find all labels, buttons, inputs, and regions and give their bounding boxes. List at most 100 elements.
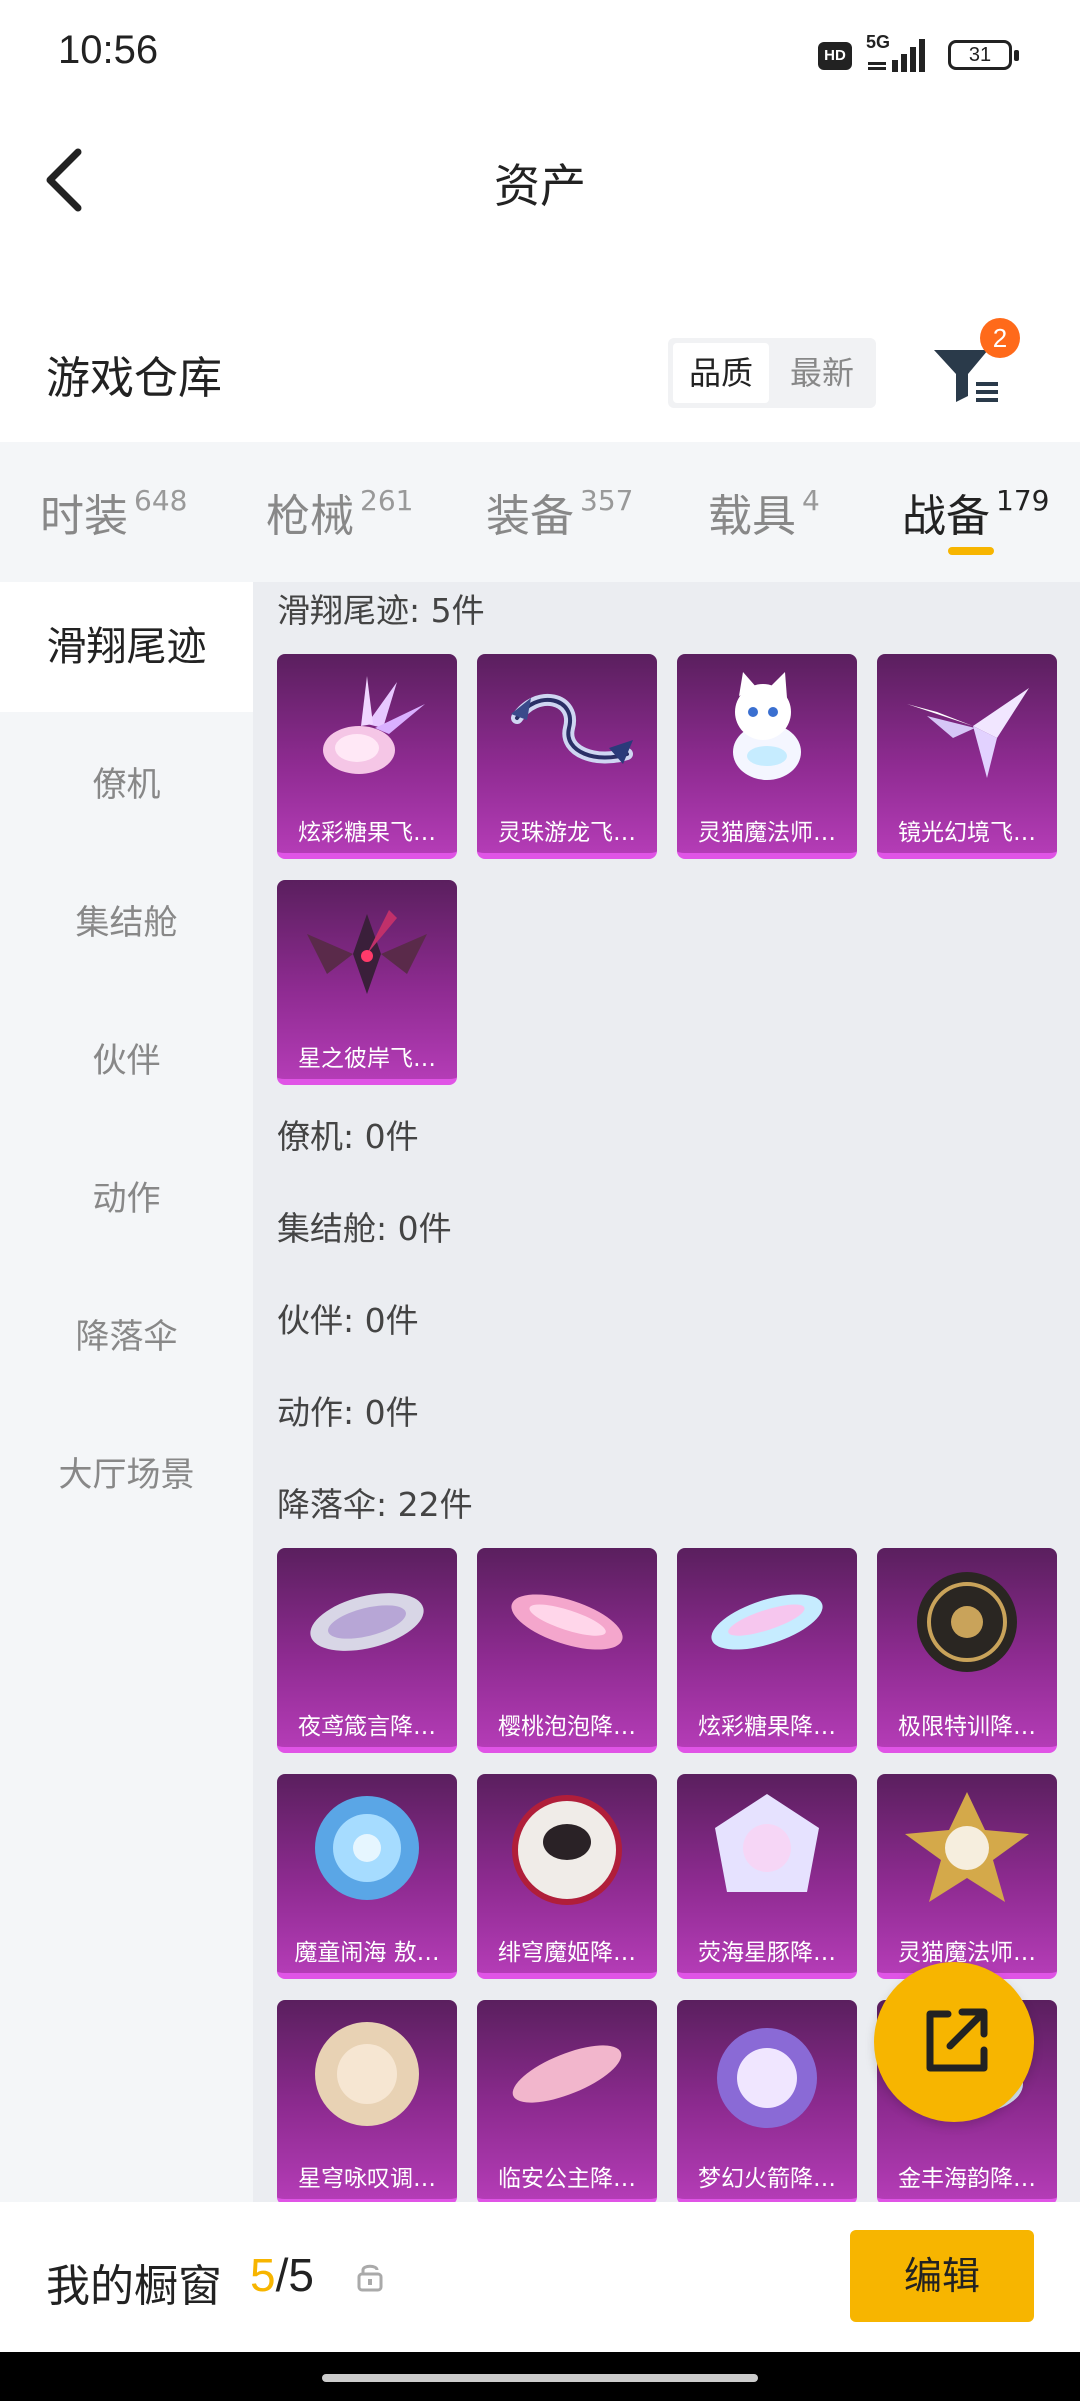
group-label-wingman: 僚机: 0件 [277,1117,419,1156]
item-card[interactable]: 临安公主降… [477,2000,657,2202]
item-card[interactable]: 魔童闹海 敖… [277,1774,457,1979]
item-name: 极限特训降… [898,1714,1036,1740]
system-nav-bar [0,2352,1080,2401]
filter-count-badge: 2 [980,318,1020,358]
magic-cat-art [733,672,801,780]
parachute-art [512,2045,622,2103]
group-label-glide-trail: 滑翔尾迹: 5件 [277,591,485,630]
item-card[interactable]: 灵猫魔法师… [677,654,857,859]
item-card[interactable]: 灵珠游龙飞… [477,654,657,859]
active-tab-indicator [948,547,994,555]
item-card[interactable]: 灵猫魔法师… [877,1774,1057,1979]
item-card[interactable]: 星之彼岸飞… [277,880,457,1085]
item-card[interactable]: 炫彩糖果降… [677,1548,857,1753]
tab-count: 648 [134,484,188,517]
edit-button[interactable]: 编辑 [850,2230,1034,2322]
parachute-art [917,1572,1017,1672]
showcase-bar: 我的橱窗 5/5 编辑 [0,2202,1080,2352]
hd-badge: HD [818,42,852,70]
sidebar-item-glide-trail[interactable]: 滑翔尾迹 [0,582,253,712]
status-bar: 10:56 HD 5G 31 [0,0,1080,110]
parachute-art [512,1795,622,1905]
warehouse-title: 游戏仓库 [46,353,222,404]
sidebar-item-emote[interactable]: 动作 [0,1134,253,1264]
sidebar-item-lobby-scene[interactable]: 大厅场景 [0,1410,253,1540]
item-name: 镜光幻境飞… [898,820,1036,846]
sidebar-item-parachute[interactable]: 降落伞 [0,1272,253,1402]
parachute-art [711,1594,823,1650]
mirror-wing-art [907,688,1029,778]
group-label-partner: 伙伴: 0件 [277,1301,419,1340]
item-card[interactable]: 镜光幻境飞… [877,654,1057,859]
parachute-art [717,2028,817,2128]
tab-label: 枪械 [266,491,354,542]
parachute-art [315,2022,419,2126]
showcase-label: 我的橱窗 [46,2261,222,2312]
signal-strength-icon [868,39,925,72]
item-name: 临安公主降… [498,2166,636,2192]
item-card[interactable]: 夜鸢箴言降… [277,1548,457,1753]
group-label-emote: 动作: 0件 [277,1393,419,1432]
home-indicator[interactable] [322,2374,758,2382]
share-icon [926,2008,988,2072]
item-name: 绯穹魔姬降… [498,1940,636,1966]
item-card[interactable]: 绯穹魔姬降… [477,1774,657,1979]
item-card[interactable]: 星穹咏叹调… [277,2000,457,2202]
item-name: 灵猫魔法师… [698,820,836,846]
tab-count: 261 [360,484,414,517]
unlock-icon[interactable] [356,2262,384,2292]
item-card[interactable]: 荧海星豚降… [677,1774,857,1979]
group-label-rally-pod: 集结舱: 0件 [277,1209,452,1248]
item-name: 荧海星豚降… [698,1940,836,1966]
page-title: 资产 [494,159,586,213]
parachute-art [315,1796,419,1900]
tab-firearms[interactable]: 枪械 261 [266,480,413,544]
sort-toggle: 品质 最新 [668,338,876,408]
tab-label: 时装 [40,491,128,542]
tab-label: 战备 [902,491,990,542]
parachute-art [511,1594,623,1650]
app-root: 10:56 HD 5G 31 资产 游戏仓库 品质 最新 2 时装 648 枪械… [0,0,1080,2401]
item-name: 樱桃泡泡降… [498,1714,636,1740]
tab-count: 4 [802,484,820,517]
item-card[interactable]: 樱桃泡泡降… [477,1548,657,1753]
sort-option-newest[interactable]: 最新 [774,343,870,403]
tab-count: 357 [580,484,634,517]
parachute-art [715,1794,819,1892]
share-button[interactable] [874,1962,1034,2122]
group-label-parachute: 降落伞: 22件 [277,1485,473,1524]
item-card[interactable]: 炫彩糖果飞… [277,654,457,859]
item-name: 灵珠游龙飞… [498,820,636,846]
tab-equipment[interactable]: 装备 357 [486,480,633,544]
category-tabs: 时装 648 枪械 261 装备 357 载具 4 战备 179 [0,442,1080,582]
tab-label: 装备 [486,491,574,542]
item-name: 金丰海韵降… [898,2166,1036,2192]
tab-tactical[interactable]: 战备 179 [902,480,1049,544]
item-card[interactable]: 梦幻火箭降… [677,2000,857,2202]
showcase-current: 5 [250,2249,276,2301]
tab-count: 179 [996,484,1050,517]
warehouse-header: 游戏仓库 品质 最新 [0,300,1080,440]
battery-indicator: 31 [948,40,1019,70]
showcase-total: 5 [288,2249,314,2301]
item-card[interactable]: 极限特训降… [877,1548,1057,1753]
nav-bar: 资产 [0,110,1080,240]
status-time: 10:56 [58,28,159,72]
showcase-count: 5/5 [250,2248,314,2302]
item-name: 炫彩糖果飞… [298,820,436,846]
tab-fashion[interactable]: 时装 648 [40,480,187,544]
item-name: 星之彼岸飞… [298,1046,436,1072]
items-content[interactable]: 滑翔尾迹: 5件 炫彩糖果飞… 灵珠游龙飞… 灵猫魔法师… 镜光幻境飞… 星之彼… [253,582,1080,2202]
dragon-trail-art [511,694,633,764]
item-name: 炫彩糖果降… [698,1714,836,1740]
item-name: 梦幻火箭降… [698,2166,836,2192]
item-name: 星穹咏叹调… [298,2166,436,2192]
parachute-art [905,1792,1029,1902]
sidebar-item-rally-pod[interactable]: 集结舱 [0,858,253,988]
sort-option-quality[interactable]: 品质 [673,343,769,403]
tab-vehicles[interactable]: 载具 4 [708,480,820,544]
sidebar-item-partner[interactable]: 伙伴 [0,996,253,1126]
starship-trail-art [307,910,427,994]
parachute-art [310,1593,424,1651]
sidebar-item-wingman[interactable]: 僚机 [0,720,253,850]
